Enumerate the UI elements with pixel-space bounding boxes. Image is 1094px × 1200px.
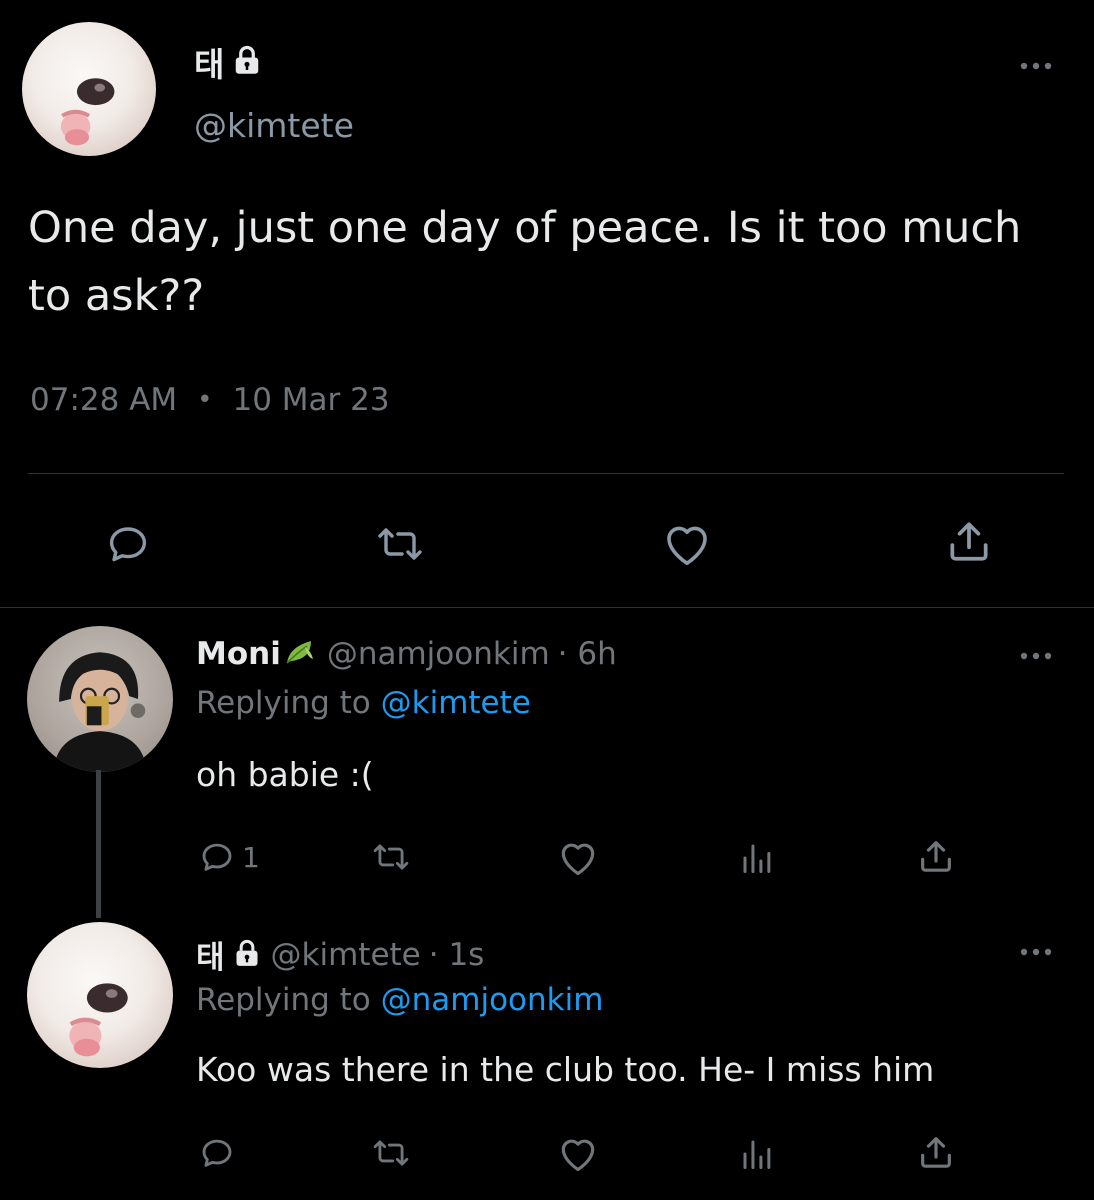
share-button[interactable] bbox=[944, 516, 994, 566]
cat-avatar-icon bbox=[60, 78, 115, 146]
reply-button[interactable] bbox=[104, 520, 152, 568]
replying-to-label: Replying to bbox=[196, 982, 371, 1018]
share-button[interactable] bbox=[916, 1132, 956, 1172]
cat-avatar-icon bbox=[69, 983, 128, 1057]
reply-text: Koo was there in the club too. He- I mis… bbox=[196, 1050, 935, 1089]
replying-to: Replying to @kimtete bbox=[196, 685, 531, 721]
retweet-icon bbox=[373, 844, 409, 870]
share-icon bbox=[950, 522, 988, 561]
main-name-row: 태 bbox=[194, 38, 262, 86]
tweet-date[interactable]: 10 Mar 23 bbox=[233, 382, 390, 418]
reply-icon bbox=[109, 527, 147, 562]
share-icon bbox=[921, 841, 951, 872]
more-icon[interactable] bbox=[1016, 646, 1056, 666]
replying-to-mention[interactable]: @kimtete bbox=[381, 685, 531, 721]
heart-icon bbox=[667, 526, 707, 566]
reply-display-name[interactable]: 태 bbox=[196, 932, 225, 977]
reply-time: · 6h bbox=[557, 636, 617, 672]
display-name[interactable]: 태 bbox=[194, 38, 224, 86]
share-button[interactable] bbox=[916, 836, 956, 876]
divider bbox=[28, 473, 1064, 474]
reply-avatar[interactable] bbox=[27, 922, 173, 1068]
share-icon bbox=[921, 1137, 951, 1168]
thread-line bbox=[96, 770, 101, 918]
reply-text: oh babie :( bbox=[196, 755, 374, 794]
retweet-button[interactable] bbox=[370, 838, 412, 876]
reply-display-name[interactable]: Moni bbox=[196, 636, 281, 672]
main-avatar[interactable] bbox=[22, 22, 156, 156]
reply-icon bbox=[202, 843, 232, 871]
reply-time: · 1s bbox=[428, 936, 485, 973]
lock-icon bbox=[232, 45, 262, 79]
retweet-icon bbox=[373, 1140, 409, 1166]
retweet-button[interactable] bbox=[374, 520, 426, 568]
reply-icon bbox=[202, 1139, 232, 1167]
person-avatar-icon bbox=[53, 652, 147, 772]
like-button[interactable] bbox=[556, 1132, 600, 1174]
lock-icon bbox=[233, 939, 261, 971]
reply-handle[interactable]: @kimtete bbox=[271, 937, 421, 973]
reply-avatar[interactable] bbox=[27, 626, 173, 772]
tweet-detail-page: 태 @kimtete One day, just one day of peac… bbox=[0, 0, 1094, 1200]
reply-handle[interactable]: @namjoonkim bbox=[327, 636, 550, 672]
like-button[interactable] bbox=[660, 518, 714, 568]
views-icon bbox=[743, 1140, 771, 1169]
replying-to-label: Replying to bbox=[196, 685, 371, 721]
retweet-button[interactable] bbox=[370, 1134, 412, 1172]
more-icon[interactable] bbox=[1016, 56, 1056, 76]
leaf-icon bbox=[283, 637, 317, 671]
like-button[interactable] bbox=[556, 836, 600, 878]
replying-to: Replying to @namjoonkim bbox=[196, 982, 603, 1018]
divider bbox=[0, 607, 1094, 608]
views-button[interactable] bbox=[738, 840, 776, 876]
handle[interactable]: @kimtete bbox=[194, 106, 354, 145]
reply-button[interactable] bbox=[198, 1134, 242, 1172]
tweet-time[interactable]: 07:28 AM bbox=[30, 382, 177, 418]
more-icon[interactable] bbox=[1016, 942, 1056, 962]
tweet-text: One day, just one day of peace. Is it to… bbox=[28, 203, 1022, 321]
tweet-timestamp: 07:28 AM • 10 Mar 23 bbox=[30, 382, 390, 418]
heart-icon bbox=[561, 843, 595, 876]
replying-to-mention[interactable]: @namjoonkim bbox=[381, 982, 604, 1018]
views-icon bbox=[743, 844, 771, 873]
heart-icon bbox=[561, 1139, 595, 1172]
reply-button[interactable]: 1 bbox=[198, 838, 260, 876]
views-button[interactable] bbox=[738, 1136, 776, 1172]
meta-separator: • bbox=[197, 385, 213, 415]
retweet-icon bbox=[378, 528, 422, 560]
reply-name-row: 태 @kimtete · 1s bbox=[196, 932, 484, 977]
reply-count: 1 bbox=[242, 840, 260, 874]
reply-name-row: Moni @namjoonkim · 6h bbox=[196, 636, 617, 672]
